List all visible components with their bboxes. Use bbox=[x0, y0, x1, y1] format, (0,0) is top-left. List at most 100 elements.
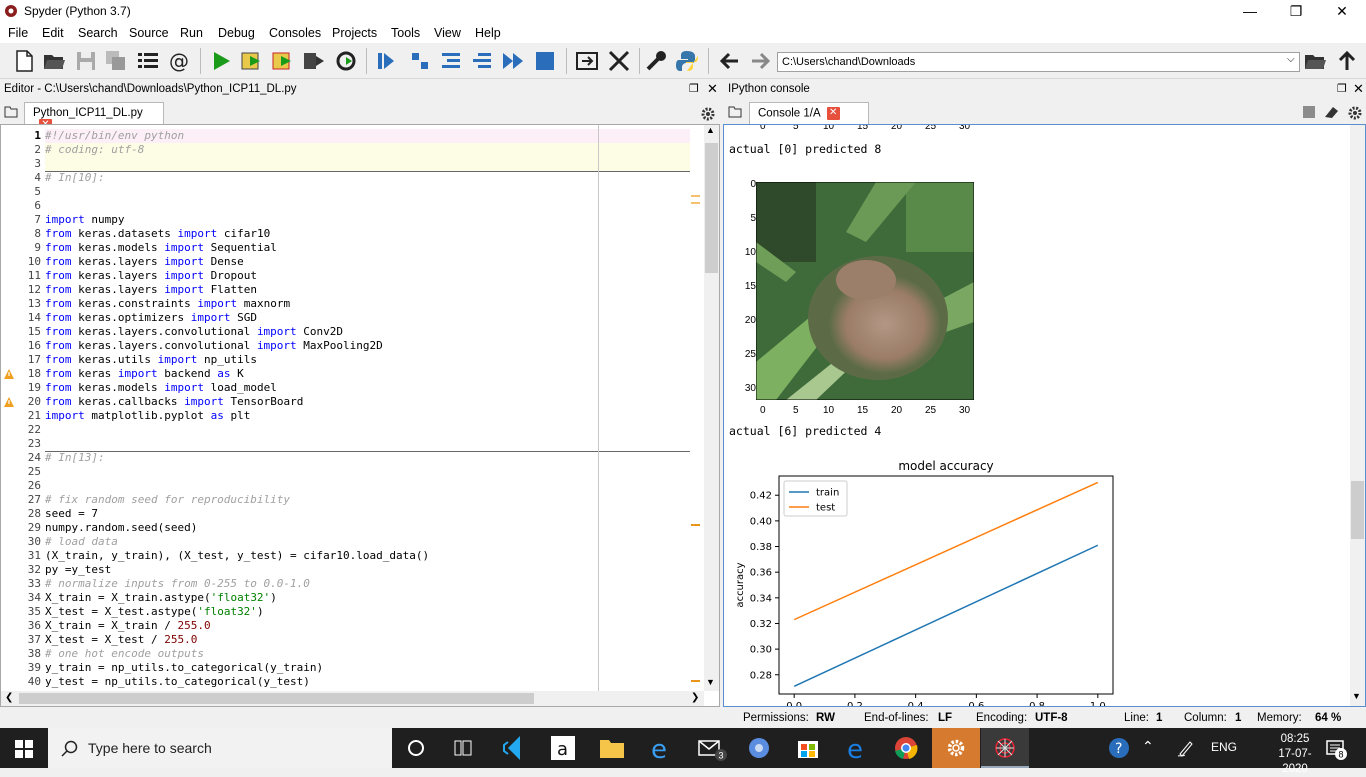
line-number: 27 bbox=[27, 493, 41, 506]
settings-taskbar-active[interactable] bbox=[932, 728, 980, 768]
menu-run[interactable]: Run bbox=[180, 26, 203, 40]
restore-button[interactable]: ❐ bbox=[1273, 0, 1319, 23]
new-file-icon[interactable] bbox=[12, 49, 36, 73]
run-selection-icon[interactable] bbox=[302, 49, 326, 73]
cortana-icon[interactable] bbox=[396, 732, 436, 764]
rerun-icon[interactable] bbox=[334, 49, 358, 73]
menu-projects[interactable]: Projects bbox=[332, 26, 377, 40]
menu-tools[interactable]: Tools bbox=[391, 26, 420, 40]
file-explorer-icon[interactable] bbox=[592, 732, 632, 764]
line-number: 7 bbox=[34, 213, 41, 226]
parent-dir-arrow-icon[interactable] bbox=[1335, 49, 1359, 73]
python-path-icon[interactable] bbox=[675, 49, 699, 73]
undock-icon[interactable]: ❐ bbox=[689, 82, 699, 95]
step-into-icon[interactable] bbox=[439, 49, 463, 73]
back-arrow-icon[interactable] bbox=[718, 49, 742, 73]
scroll-down-icon[interactable]: ▼ bbox=[1352, 691, 1361, 701]
editor-horizontal-scrollbar[interactable]: ❮ ❯ bbox=[1, 691, 704, 706]
console-vertical-scrollbar[interactable]: ▼ bbox=[1350, 125, 1365, 706]
notifications-icon[interactable]: 8 bbox=[1324, 737, 1348, 761]
menu-consoles[interactable]: Consoles bbox=[269, 26, 321, 40]
close-tab-icon[interactable]: ✕ bbox=[826, 107, 840, 120]
line-number: 1 bbox=[34, 129, 41, 142]
spyder-taskbar-item[interactable] bbox=[981, 728, 1029, 768]
scroll-right-icon[interactable]: ❯ bbox=[691, 692, 699, 703]
internet-explorer-icon[interactable]: e bbox=[641, 732, 681, 764]
run-cell-advance-icon[interactable] bbox=[271, 49, 295, 73]
code-line: from keras.optimizers import SGD bbox=[45, 311, 257, 324]
save-all-icon[interactable] bbox=[104, 49, 128, 73]
scrollbar-thumb[interactable] bbox=[705, 143, 718, 273]
amazon-icon[interactable]: a bbox=[543, 732, 583, 764]
tick-label: 25 bbox=[744, 349, 756, 360]
continue-icon[interactable] bbox=[501, 49, 525, 73]
code-line: from keras.models import load_model bbox=[45, 381, 277, 394]
eraser-icon[interactable] bbox=[1323, 105, 1339, 119]
tab-console-1a[interactable]: Console 1/A ✕ bbox=[749, 102, 869, 124]
help-icon[interactable]: ? bbox=[1107, 736, 1133, 760]
chevron-down-icon[interactable]: ⌵ bbox=[1287, 54, 1295, 65]
debug-icon[interactable] bbox=[374, 49, 398, 73]
step-return-icon[interactable] bbox=[470, 49, 494, 73]
step-icon[interactable] bbox=[408, 49, 432, 73]
vscode-icon[interactable] bbox=[494, 732, 534, 764]
edge-icon[interactable]: e bbox=[837, 732, 877, 764]
stop-debug-icon[interactable] bbox=[533, 49, 557, 73]
scroll-up-icon[interactable]: ▲ bbox=[706, 125, 715, 135]
windows-start-icon[interactable] bbox=[15, 740, 33, 758]
stop-kernel-icon[interactable] bbox=[1303, 106, 1315, 118]
editor-pane-title: Editor - C:\Users\chand\Downloads\Python… bbox=[4, 83, 297, 95]
chrome-blue-icon[interactable] bbox=[739, 732, 779, 764]
gear-icon[interactable] bbox=[700, 106, 716, 122]
maximize-pane-icon[interactable] bbox=[575, 49, 599, 73]
run-icon[interactable] bbox=[209, 49, 233, 73]
task-view-icon[interactable] bbox=[443, 732, 483, 764]
gear-icon bbox=[947, 739, 965, 757]
system-clock[interactable]: 08:25 17-07-2020 bbox=[1266, 732, 1324, 777]
scrollbar-thumb[interactable] bbox=[1351, 481, 1364, 539]
tab-python-icp11[interactable]: Python_ICP11_DL.py✕ bbox=[24, 102, 164, 132]
store-icon[interactable] bbox=[788, 732, 828, 764]
minimize-button[interactable]: — bbox=[1227, 0, 1273, 23]
tick-label: 20 bbox=[744, 315, 756, 326]
hscroll-thumb[interactable] bbox=[19, 693, 534, 704]
notif-badge: 8 bbox=[1339, 750, 1344, 760]
folder-icon[interactable] bbox=[4, 106, 18, 118]
undock-icon[interactable]: ❐ bbox=[1337, 82, 1347, 95]
preferences-wrench-icon[interactable] bbox=[644, 49, 668, 73]
menu-debug[interactable]: Debug bbox=[218, 26, 255, 40]
language-indicator[interactable]: ENG bbox=[1211, 740, 1237, 754]
gear-icon[interactable] bbox=[1347, 105, 1363, 121]
close-pane-icon[interactable]: ✕ bbox=[1353, 81, 1364, 97]
scroll-left-icon[interactable]: ❮ bbox=[5, 692, 13, 703]
taskbar-search-box[interactable]: Type here to search bbox=[48, 728, 392, 768]
chevron-up-icon[interactable]: ⌃ bbox=[1142, 738, 1154, 755]
close-pane-icon[interactable]: ✕ bbox=[707, 81, 718, 97]
chrome-icon[interactable] bbox=[886, 732, 926, 764]
at-symbol-icon[interactable]: @ bbox=[167, 49, 191, 73]
file-switcher-icon[interactable] bbox=[136, 49, 160, 73]
pen-icon[interactable] bbox=[1176, 738, 1196, 758]
folder-icon[interactable] bbox=[728, 106, 742, 118]
menu-view[interactable]: View bbox=[434, 26, 461, 40]
menu-source[interactable]: Source bbox=[129, 26, 169, 40]
editor-vertical-scrollbar[interactable]: ▲ ▼ bbox=[704, 125, 719, 691]
menu-search[interactable]: Search bbox=[78, 26, 118, 40]
encoding-value: UTF-8 bbox=[1035, 712, 1068, 724]
forward-arrow-icon[interactable] bbox=[748, 49, 772, 73]
scroll-down-icon[interactable]: ▼ bbox=[706, 677, 715, 687]
run-cell-icon[interactable] bbox=[240, 49, 264, 73]
open-file-icon[interactable] bbox=[42, 49, 66, 73]
close-window-button[interactable]: ✕ bbox=[1319, 0, 1365, 23]
windows-taskbar: Type here to search a e 3 e ? ⌃ ENG 08:2… bbox=[0, 728, 1366, 775]
mail-icon[interactable]: 3 bbox=[690, 732, 730, 764]
menu-edit[interactable]: Edit bbox=[42, 26, 64, 40]
code-editor[interactable]: 1 2 3 4 5 6 7 8 9 10 11 12 13 14 15 16 17 18 19 20 21 22 23 24 2… bbox=[0, 124, 720, 707]
menu-help[interactable]: Help bbox=[475, 26, 501, 40]
save-file-icon[interactable] bbox=[74, 49, 98, 73]
working-directory-input[interactable]: C:\Users\chand\Downloads bbox=[777, 52, 1300, 72]
ipython-console[interactable]: 0 5 10 15 20 25 30 actual [0] predicted … bbox=[723, 124, 1366, 707]
fullscreen-icon[interactable] bbox=[607, 49, 631, 73]
browse-folder-icon[interactable] bbox=[1303, 49, 1327, 73]
menu-file[interactable]: File bbox=[8, 26, 28, 40]
